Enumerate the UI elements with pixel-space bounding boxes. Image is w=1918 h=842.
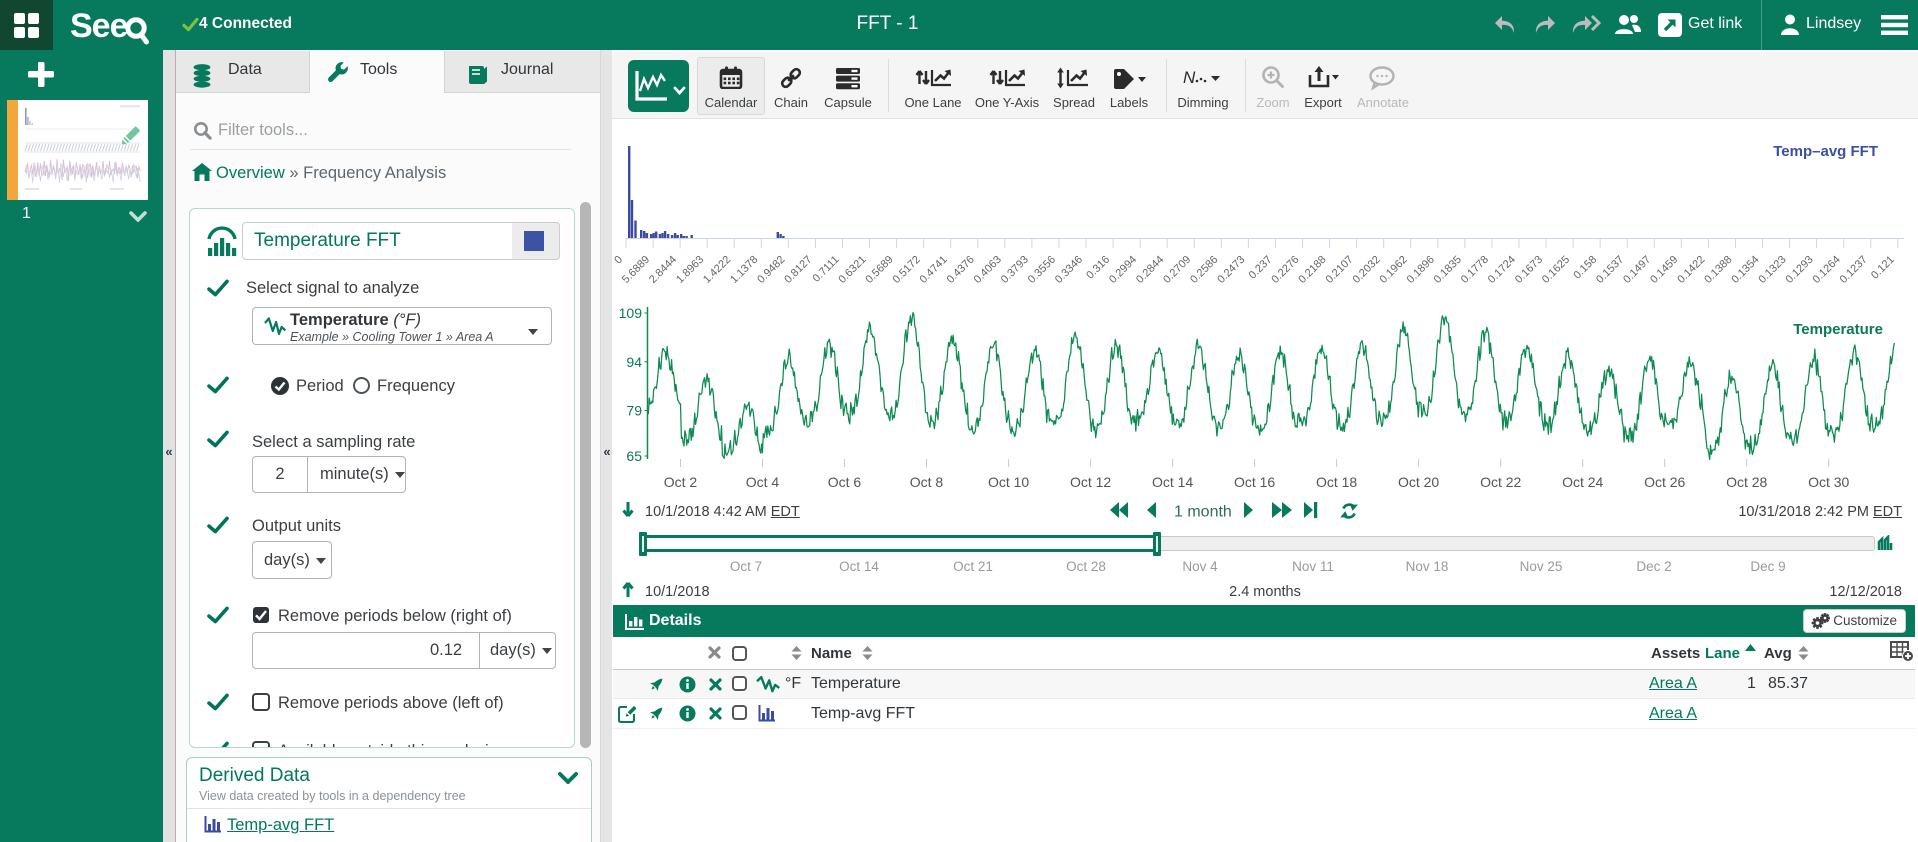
svg-text:Temp–avg FFT: Temp–avg FFT	[1773, 143, 1878, 160]
svg-text:Oct 28: Oct 28	[1726, 474, 1767, 490]
svg-text:0.1625: 0.1625	[1540, 254, 1572, 286]
svg-text:0.1459: 0.1459	[1648, 254, 1680, 286]
svg-text:Oct 8: Oct 8	[910, 474, 944, 490]
svg-text:0.2032: 0.2032	[1351, 254, 1383, 286]
svg-text:0.5689: 0.5689	[863, 254, 895, 286]
svg-text:0.2276: 0.2276	[1269, 254, 1301, 286]
svg-text:0.1323: 0.1323	[1756, 254, 1788, 286]
svg-text:0.7111: 0.7111	[810, 254, 841, 285]
svg-text:Oct 18: Oct 18	[1316, 474, 1357, 490]
svg-text:0.1354: 0.1354	[1729, 254, 1761, 286]
svg-text:0.2844: 0.2844	[1134, 254, 1166, 286]
svg-text:0.9482: 0.9482	[755, 254, 787, 286]
svg-text:Oct 22: Oct 22	[1480, 474, 1521, 490]
svg-text:2.8444: 2.8444	[647, 254, 679, 286]
svg-text:Oct 30: Oct 30	[1808, 474, 1849, 490]
svg-text:1.4222: 1.4222	[701, 254, 733, 286]
svg-text:0.1962: 0.1962	[1378, 254, 1410, 286]
svg-text:0.2709: 0.2709	[1161, 254, 1193, 286]
svg-text:Oct 16: Oct 16	[1234, 474, 1275, 490]
svg-text:0.8127: 0.8127	[782, 254, 814, 286]
svg-text:0.4063: 0.4063	[972, 254, 1004, 286]
svg-text:0.121: 0.121	[1869, 254, 1897, 282]
svg-text:1.8963: 1.8963	[674, 254, 706, 286]
svg-text:Oct 26: Oct 26	[1644, 474, 1685, 490]
svg-text:5.6889: 5.6889	[620, 254, 652, 286]
svg-text:0.2107: 0.2107	[1323, 254, 1355, 286]
svg-text:0.1673: 0.1673	[1513, 254, 1545, 286]
svg-text:1 month: 1 month	[1174, 504, 1232, 521]
svg-text:109: 109	[619, 305, 643, 321]
svg-text:0.5172: 0.5172	[890, 254, 922, 286]
svg-text:0: 0	[612, 254, 625, 267]
svg-text:Oct 24: Oct 24	[1562, 474, 1603, 490]
svg-text:0.3793: 0.3793	[999, 254, 1031, 286]
svg-text:0.1835: 0.1835	[1432, 254, 1464, 286]
svg-text:Oct 14: Oct 14	[1152, 474, 1193, 490]
svg-text:0.1237: 0.1237	[1838, 254, 1870, 286]
svg-text:79: 79	[626, 403, 642, 419]
svg-text:65: 65	[626, 448, 642, 464]
svg-text:0.2473: 0.2473	[1215, 254, 1247, 286]
svg-text:0.1497: 0.1497	[1621, 254, 1653, 286]
svg-text:0.6321: 0.6321	[836, 254, 868, 286]
svg-text:0.1422: 0.1422	[1675, 254, 1707, 286]
svg-text:1.1378: 1.1378	[728, 254, 760, 286]
svg-text:Oct 10: Oct 10	[988, 474, 1029, 490]
svg-text:0.2994: 0.2994	[1107, 254, 1139, 286]
svg-text:0.1293: 0.1293	[1783, 254, 1815, 286]
svg-text:Oct 12: Oct 12	[1070, 474, 1111, 490]
svg-text:0.1537: 0.1537	[1594, 254, 1626, 286]
svg-text:Oct 4: Oct 4	[746, 474, 780, 490]
svg-text:Oct 6: Oct 6	[828, 474, 862, 490]
svg-text:0.1264: 0.1264	[1811, 254, 1843, 286]
svg-text:0.1896: 0.1896	[1405, 254, 1437, 286]
svg-text:0.1388: 0.1388	[1702, 254, 1734, 286]
svg-text:0.3556: 0.3556	[1026, 254, 1058, 286]
svg-text:0.3346: 0.3346	[1053, 254, 1085, 286]
svg-text:0.2188: 0.2188	[1296, 254, 1328, 286]
svg-text:Oct 20: Oct 20	[1398, 474, 1439, 490]
svg-text:0.1724: 0.1724	[1486, 254, 1518, 286]
svg-text:0.4376: 0.4376	[945, 254, 977, 286]
svg-text:94: 94	[626, 354, 642, 370]
svg-text:0.4741: 0.4741	[918, 254, 950, 286]
svg-text:Oct 2: Oct 2	[664, 474, 698, 490]
svg-text:0.1778: 0.1778	[1459, 254, 1491, 286]
svg-text:Temperature: Temperature	[1793, 321, 1883, 338]
svg-text:0.2586: 0.2586	[1188, 254, 1220, 286]
svg-text:N: N	[1183, 68, 1196, 87]
